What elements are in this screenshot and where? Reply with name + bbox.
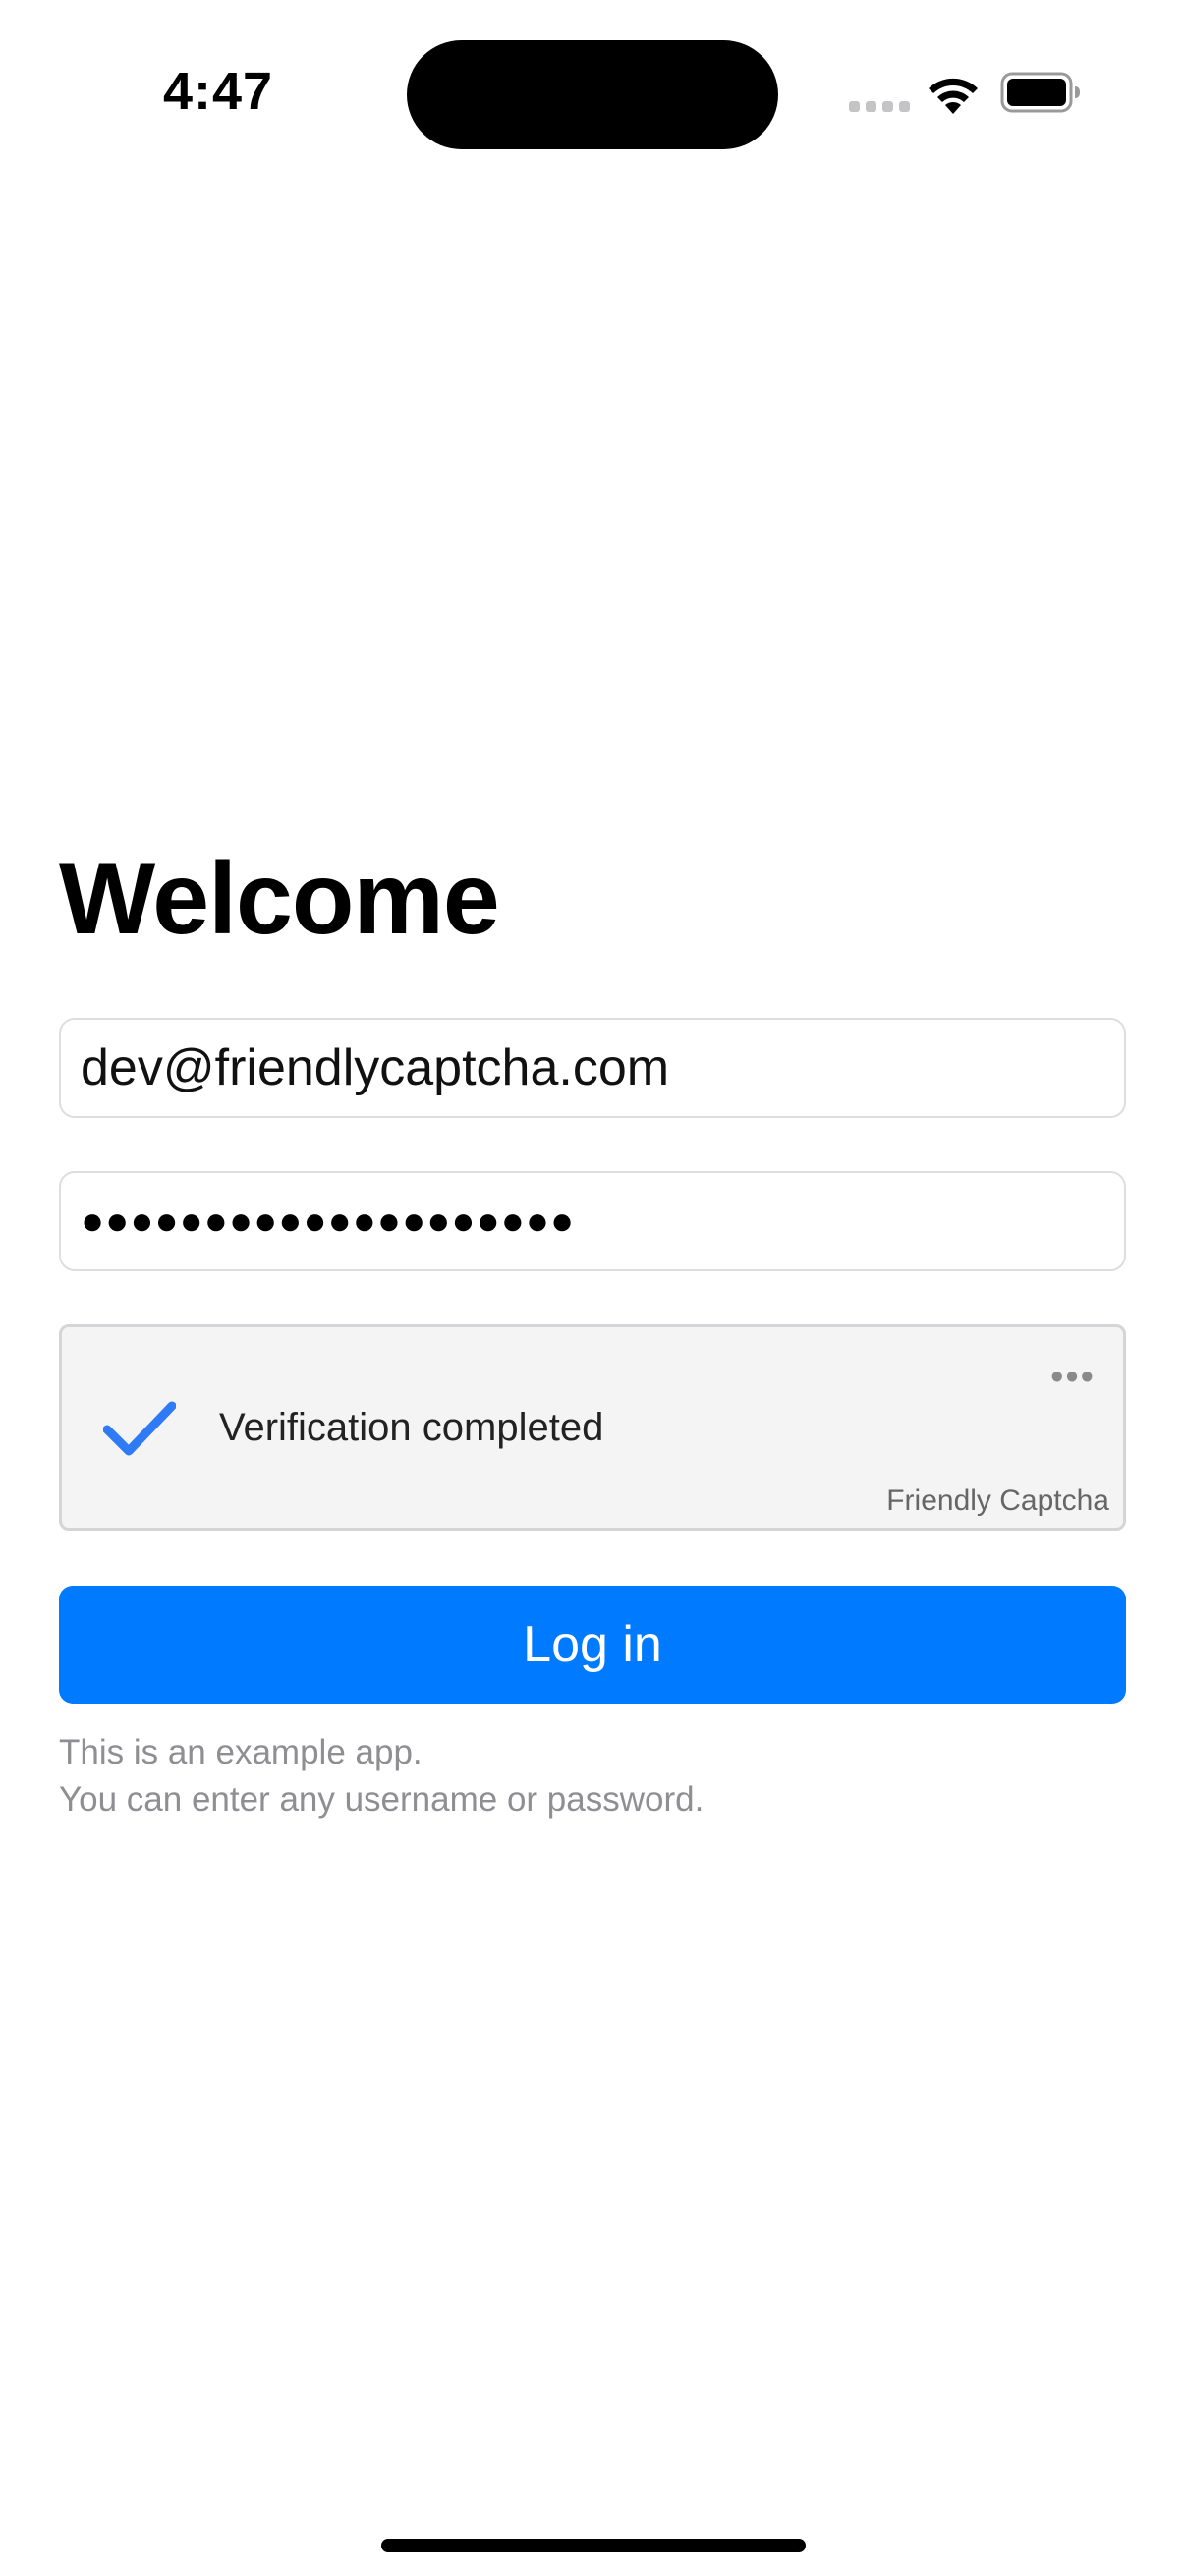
credentials-note: You can enter any username or password. <box>59 1780 705 1819</box>
status-time: 4:47 <box>163 62 274 121</box>
example-app-note: This is an example app. <box>59 1733 423 1771</box>
battery-icon <box>1000 72 1080 113</box>
captcha-status: Verification completed <box>219 1406 604 1449</box>
cellular-signal-icon <box>849 101 910 112</box>
checkmark-icon <box>103 1401 176 1456</box>
wifi-icon <box>929 78 978 114</box>
password-value: ●●●●●●●●●●●●●●●●●●●● <box>81 1199 576 1243</box>
captcha-widget[interactable]: Verification completed ••• Friendly Capt… <box>59 1324 1126 1531</box>
page-title: Welcome <box>59 842 500 956</box>
captcha-brand-link[interactable]: Friendly Captcha <box>886 1484 1109 1518</box>
dynamic-island <box>407 40 778 149</box>
login-screen: 4:47 Welcome dev@friendlycaptcha.com ●●●… <box>0 0 1185 2576</box>
email-value: dev@friendlycaptcha.com <box>81 1039 670 1096</box>
email-field[interactable]: dev@friendlycaptcha.com <box>59 1018 1126 1118</box>
more-options-icon[interactable]: ••• <box>1050 1359 1096 1396</box>
login-button[interactable]: Log in <box>59 1586 1126 1704</box>
password-field[interactable]: ●●●●●●●●●●●●●●●●●●●● <box>59 1171 1126 1271</box>
home-indicator[interactable] <box>381 2539 806 2552</box>
